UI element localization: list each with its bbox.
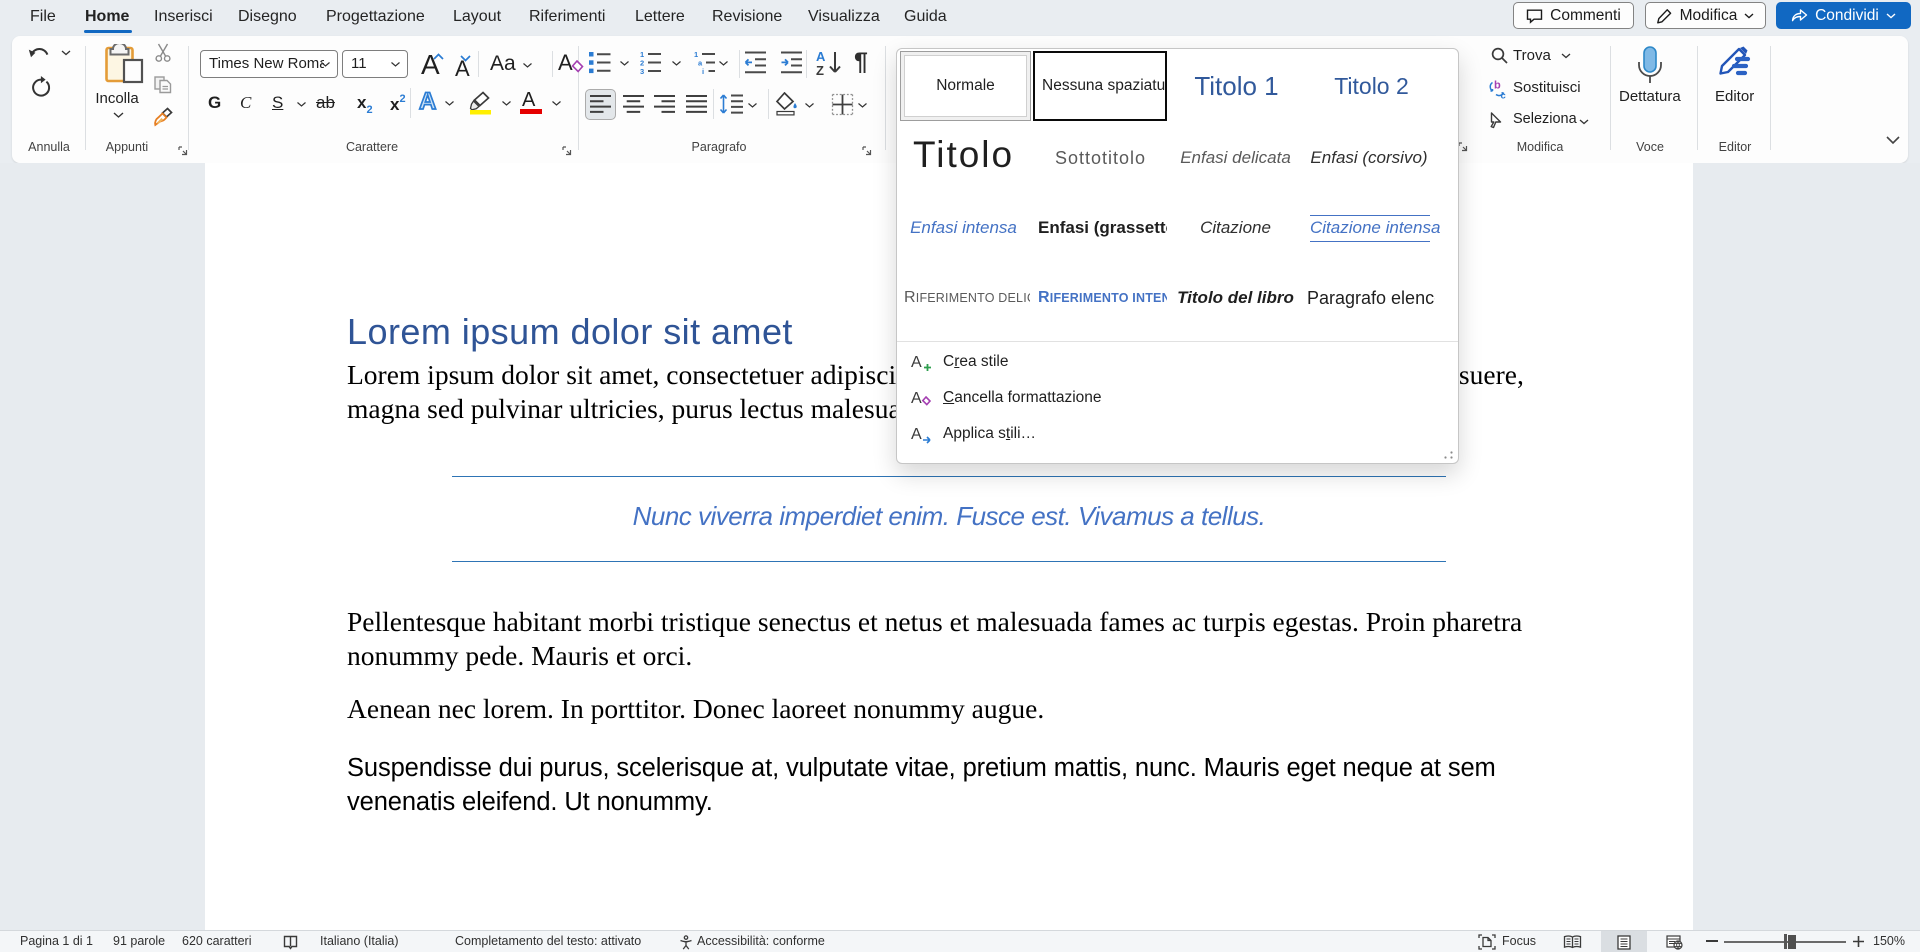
svg-text:i: i bbox=[702, 67, 704, 74]
svg-text:A: A bbox=[911, 390, 922, 407]
svg-text:A: A bbox=[816, 50, 826, 64]
svg-text:A: A bbox=[911, 354, 922, 371]
svg-text:3: 3 bbox=[640, 67, 644, 74]
svg-text:A: A bbox=[911, 426, 922, 443]
svg-text:Z: Z bbox=[816, 63, 824, 76]
svg-text:c: c bbox=[1501, 91, 1506, 100]
